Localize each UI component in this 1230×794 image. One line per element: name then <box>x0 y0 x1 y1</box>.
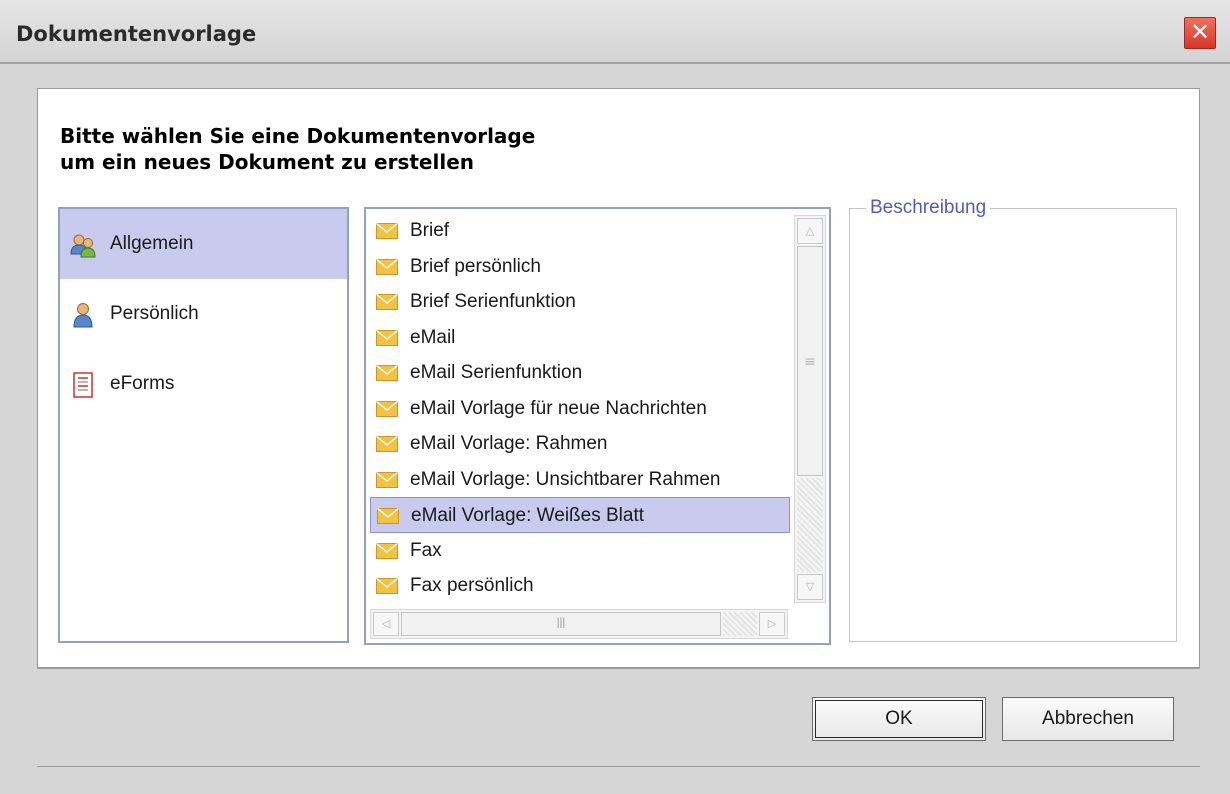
description-panel <box>849 208 1177 642</box>
template-item[interactable]: Fax <box>370 533 790 569</box>
envelope-icon <box>376 400 398 417</box>
template-item[interactable]: Brief persönlich <box>370 249 790 285</box>
template-label: Brief <box>410 220 450 241</box>
template-item[interactable]: eMail Vorlage: Weißes Blatt <box>370 497 790 533</box>
category-item-allgemein[interactable]: Allgemein <box>60 209 347 279</box>
template-label: Brief Serienfunktion <box>410 291 576 312</box>
template-label: eMail Serienfunktion <box>410 362 583 383</box>
category-item-eforms[interactable]: eForms <box>60 349 347 419</box>
envelope-icon <box>376 258 398 275</box>
template-label: eMail <box>410 326 456 348</box>
template-item[interactable]: Brief <box>370 213 790 249</box>
template-item[interactable]: eMail Vorlage für neue Nachrichten <box>370 391 790 427</box>
category-item-persoenlich[interactable]: Persönlich <box>60 279 347 349</box>
template-label: Fax persönlich <box>410 575 534 596</box>
envelope-icon <box>376 471 398 488</box>
category-label: Allgemein <box>110 233 194 254</box>
envelope-icon <box>376 223 398 239</box>
template-item[interactable]: eMail <box>370 320 790 356</box>
template-item[interactable]: eMail Vorlage: Unsichtbarer Rahmen <box>370 462 790 498</box>
user-icon <box>73 303 93 328</box>
template-item[interactable]: Fax persönlich <box>370 568 790 604</box>
footer-divider <box>37 668 1200 669</box>
horizontal-scroll-track[interactable] <box>723 612 757 636</box>
template-label: Brief persönlich <box>410 255 541 277</box>
envelope-icon <box>376 294 398 310</box>
description-legend: Beschreibung <box>866 197 991 219</box>
ok-button[interactable]: OK <box>812 697 986 741</box>
users-group-icon <box>70 234 96 258</box>
category-label: eForms <box>110 373 175 394</box>
window-title: Dokumentenvorlage <box>16 22 257 46</box>
title-bar[interactable]: Dokumentenvorlage ✕ <box>0 0 1230 64</box>
envelope-icon <box>377 508 399 524</box>
template-label: eMail Vorlage: Rahmen <box>410 433 608 454</box>
close-button[interactable]: ✕ <box>1184 17 1216 49</box>
envelope-icon <box>376 436 398 452</box>
instruction-line-1: Bitte wählen Sie eine Dokumentenvorlage <box>60 124 536 148</box>
footer-bottom-border <box>37 766 1200 767</box>
template-item[interactable]: eMail Serienfunktion <box>370 355 790 391</box>
template-label: Fax <box>410 539 442 561</box>
template-label: eMail Vorlage: Unsichtbarer Rahmen <box>410 468 721 490</box>
close-icon: ✕ <box>1189 18 1211 46</box>
template-item[interactable]: eMail Vorlage: Rahmen <box>370 426 790 462</box>
envelope-icon <box>376 578 398 594</box>
envelope-icon <box>376 542 398 559</box>
vertical-scroll-track[interactable] <box>797 478 823 572</box>
category-list: Allgemein Persönlich eForms <box>58 207 349 643</box>
document-template-dialog: Dokumentenvorlage ✕ Bitte wählen Sie ein… <box>0 0 1230 794</box>
scroll-up-button[interactable]: △ <box>797 218 823 244</box>
template-items: Brief Brief persönlich Brief Serienfunktio… <box>366 209 790 607</box>
template-list: Brief Brief persönlich Brief Serienfunktio… <box>364 207 831 645</box>
envelope-icon <box>376 329 398 346</box>
scroll-right-button[interactable]: ▷ <box>759 612 785 636</box>
scroll-left-button[interactable]: ◁ <box>373 612 399 636</box>
template-label: eMail Vorlage für neue Nachrichten <box>410 397 707 419</box>
vertical-scrollbar[interactable]: △ ≡ ▽ <box>794 215 826 603</box>
horizontal-scroll-thumb[interactable]: Ⅲ <box>401 612 721 636</box>
template-item[interactable]: Brief Serienfunktion <box>370 284 790 320</box>
category-label: Persönlich <box>110 303 199 324</box>
template-label: eMail Vorlage: Weißes Blatt <box>411 505 645 526</box>
instruction-line-2: um ein neues Dokument zu erstellen <box>60 150 474 174</box>
cancel-button[interactable]: Abbrechen <box>1002 697 1174 741</box>
instruction-heading: Bitte wählen Sie eine Dokumentenvorlage … <box>60 123 535 175</box>
vertical-scroll-thumb[interactable]: ≡ <box>797 246 823 476</box>
form-icon <box>73 372 93 398</box>
scroll-down-button[interactable]: ▽ <box>797 574 823 600</box>
envelope-icon <box>376 365 398 381</box>
horizontal-scrollbar[interactable]: ◁ Ⅲ ▷ <box>370 609 788 639</box>
